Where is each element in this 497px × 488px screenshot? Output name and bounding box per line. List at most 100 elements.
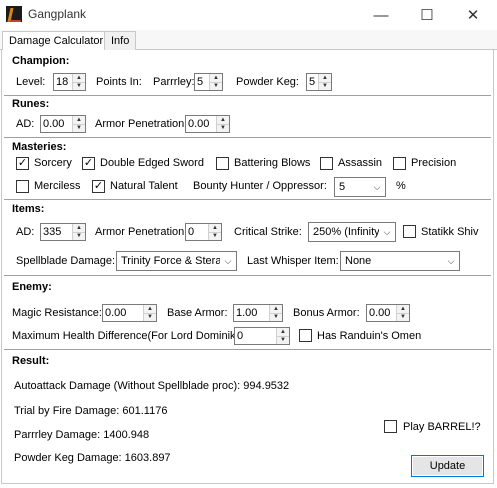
bounty-hunter-label: Bounty Hunter / Oppressor:: [193, 180, 327, 192]
spellblade-value: Trinity Force & Steral: [121, 255, 220, 267]
spin-down-icon[interactable]: ▼: [217, 123, 229, 132]
magic-resistance-value: 0.00: [105, 307, 127, 319]
magic-resistance-stepper[interactable]: 0.00 ▲ ▼: [102, 304, 157, 322]
runes-ad-stepper[interactable]: 0.00 ▲ ▼: [40, 115, 86, 133]
base-armor-stepper[interactable]: 1.00 ▲ ▼: [233, 304, 283, 322]
bonus-armor-stepper[interactable]: 0.00 ▲ ▼: [366, 304, 410, 322]
runes-ad-value: 0.00: [43, 118, 65, 130]
items-arpen-stepper[interactable]: 0 ▲ ▼: [185, 223, 222, 241]
precision-checkbox[interactable]: [393, 157, 406, 170]
spin-down-icon[interactable]: ▼: [397, 312, 409, 321]
sorcery-label: Sorcery: [34, 157, 72, 169]
spellblade-label: Spellblade Damage:: [16, 255, 116, 267]
battering-blows-checkbox[interactable]: [216, 157, 229, 170]
powder-keg-label: Powder Keg:: [236, 76, 299, 88]
bounty-hunter-value: 5: [339, 181, 346, 193]
runes-arpen-stepper[interactable]: 0.00 ▲ ▼: [185, 115, 230, 133]
update-button[interactable]: Update: [411, 455, 484, 477]
chevron-down-icon: ⌵: [447, 255, 455, 266]
minimize-button[interactable]: —: [358, 0, 404, 30]
spin-up-icon[interactable]: ▲: [217, 116, 229, 124]
spin-down-icon[interactable]: ▼: [277, 335, 289, 344]
chevron-down-icon: ⌵: [383, 226, 391, 237]
merciless-checkbox[interactable]: [16, 180, 29, 193]
play-barrel-checkbox[interactable]: [384, 420, 397, 433]
spin-up-icon[interactable]: ▲: [209, 224, 221, 232]
spin-down-icon[interactable]: ▼: [209, 231, 221, 240]
statikk-shiv-checkbox[interactable]: [403, 225, 416, 238]
bonus-armor-value: 0.00: [369, 307, 391, 319]
critical-strike-select[interactable]: 250% (Infinity ⌵: [308, 222, 396, 242]
play-barrel-label: Play BARREL!?: [403, 421, 481, 433]
runes-ad-label: AD:: [16, 118, 35, 130]
assassin-checkbox[interactable]: [320, 157, 333, 170]
runes-arpen-value: 0.00: [188, 118, 210, 130]
divider: [4, 199, 491, 200]
parrrley-label: Parrrley:: [153, 76, 195, 88]
items-ad-stepper[interactable]: 335 ▲ ▼: [40, 223, 86, 241]
level-value: 18: [56, 76, 69, 88]
max-health-diff-label: Maximum Health Difference(For Lord Domin…: [12, 330, 234, 342]
items-arpen-value: 0: [188, 226, 195, 238]
spin-up-icon[interactable]: ▲: [144, 305, 156, 313]
natural-talent-label: Natural Talent: [110, 180, 178, 192]
spin-up-icon[interactable]: ▲: [319, 74, 331, 82]
spin-down-icon[interactable]: ▼: [73, 81, 85, 90]
maximize-button[interactable]: ☐: [404, 0, 450, 30]
minimize-icon: —: [373, 6, 389, 24]
double-edged-sword-checkbox[interactable]: ✓: [82, 157, 95, 170]
max-health-diff-stepper[interactable]: 0 ▲ ▼: [234, 327, 290, 345]
window-title: Gangplank: [28, 7, 87, 21]
spin-down-icon[interactable]: ▼: [319, 81, 331, 90]
spin-up-icon[interactable]: ▲: [277, 328, 289, 336]
spin-down-icon[interactable]: ▼: [210, 81, 222, 90]
powder-keg-stepper[interactable]: 5 ▲ ▼: [306, 73, 332, 91]
autoattack-damage-text: Autoattack Damage (Without Spellblade pr…: [14, 380, 290, 392]
divider: [4, 275, 491, 276]
bounty-hunter-select[interactable]: 5 ⌵: [334, 177, 386, 197]
app-icon: [6, 6, 22, 22]
spin-up-icon[interactable]: ▲: [270, 305, 282, 313]
spin-up-icon[interactable]: ▲: [210, 74, 222, 82]
battering-blows-label: Battering Blows: [234, 157, 311, 169]
close-button[interactable]: ✕: [450, 0, 496, 30]
spin-down-icon[interactable]: ▼: [270, 312, 282, 321]
runes-arpen-label: Armor Penetration:: [95, 118, 188, 130]
level-stepper[interactable]: 18 ▲ ▼: [53, 73, 86, 91]
spin-up-icon[interactable]: ▲: [73, 116, 85, 124]
chevron-down-icon: ⌵: [373, 181, 381, 192]
parrrley-stepper[interactable]: 5 ▲ ▼: [194, 73, 223, 91]
spin-up-icon[interactable]: ▲: [73, 74, 85, 82]
parrrley-damage-text: Parrrley Damage: 1400.948: [14, 429, 150, 441]
points-in-label: Points In:: [96, 76, 142, 88]
magic-resistance-label: Magic Resistance:: [12, 307, 102, 319]
critical-strike-label: Critical Strike:: [234, 226, 302, 238]
powder-keg-damage-text: Powder Keg Damage: 1603.897: [14, 452, 171, 464]
spin-down-icon[interactable]: ▼: [73, 123, 85, 132]
spin-down-icon[interactable]: ▼: [144, 312, 156, 321]
trial-by-fire-damage-text: Trial by Fire Damage: 601.1176: [14, 405, 168, 417]
divider: [4, 137, 491, 138]
tab-info[interactable]: Info: [104, 31, 137, 51]
spellblade-select[interactable]: Trinity Force & Steral ⌵: [116, 251, 237, 271]
last-whisper-label: Last Whisper Item:: [247, 255, 339, 267]
double-edged-sword-label: Double Edged Sword: [100, 157, 204, 169]
spin-up-icon[interactable]: ▲: [397, 305, 409, 313]
spin-up-icon[interactable]: ▲: [73, 224, 85, 232]
spin-down-icon[interactable]: ▼: [73, 231, 85, 240]
tab-damage-calculator[interactable]: Damage Calculator: [2, 31, 111, 52]
parrrley-value: 5: [197, 76, 204, 88]
bonus-armor-label: Bonus Armor:: [293, 307, 360, 319]
last-whisper-select[interactable]: None ⌵: [340, 251, 460, 271]
sorcery-checkbox[interactable]: ✓: [16, 157, 29, 170]
critical-strike-value: 250% (Infinity: [313, 226, 379, 238]
merciless-label: Merciless: [34, 180, 81, 192]
divider: [4, 95, 491, 96]
items-arpen-label: Armor Penetration:: [95, 226, 188, 238]
randuin-omen-checkbox[interactable]: [299, 329, 312, 342]
max-health-diff-value: 0: [237, 330, 244, 342]
enemy-heading: Enemy:: [12, 281, 52, 293]
divider: [4, 349, 491, 350]
natural-talent-checkbox[interactable]: ✓: [92, 180, 105, 193]
runes-heading: Runes:: [12, 98, 50, 110]
